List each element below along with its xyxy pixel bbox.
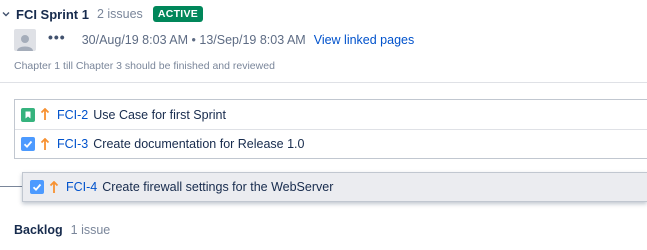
sprint-issue-count: 2 issues [96,7,143,21]
sprint-title: FCI Sprint 1 [16,6,89,22]
issue-key[interactable]: FCI-4 [66,180,97,194]
issue-key[interactable]: FCI-3 [57,137,88,151]
priority-high-arrow-icon [39,137,51,151]
status-badge: ACTIVE [152,6,204,22]
sprint-meta: ••• 30/Aug/19 8:03 AM • 13/Sep/19 8:03 A… [14,28,414,52]
backlog-header[interactable]: Backlog 1 issue [14,222,110,238]
issue-row[interactable]: FCI-2 Use Case for first Sprint [15,100,647,129]
chevron-down-icon[interactable] [0,8,12,20]
avatar[interactable] [14,29,36,51]
task-icon [30,180,44,194]
task-icon [21,137,35,151]
backlog-title: Backlog [14,223,63,237]
sprint-header: FCI Sprint 1 2 issues ACTIVE [0,4,204,24]
drop-indicator [0,186,22,187]
divider [0,82,647,83]
issue-summary: Use Case for first Sprint [93,107,226,122]
backlog-issue-count: 1 issue [70,223,111,237]
sprint-goal: Chapter 1 till Chapter 3 should be finis… [14,60,275,72]
view-linked-pages-link[interactable]: View linked pages [314,33,415,47]
sprint-dates: 30/Aug/19 8:03 AM • 13/Sep/19 8:03 AM [81,33,306,47]
priority-high-arrow-icon [39,108,51,122]
more-actions-button[interactable]: ••• [48,30,66,48]
issue-row[interactable]: FCI-3 Create documentation for Release 1… [15,129,647,158]
issue-summary: Create firewall settings for the WebServ… [102,180,334,194]
priority-high-arrow-icon [48,180,60,194]
sprint-issue-list: FCI-2 Use Case for first Sprint FCI-3 Cr… [14,99,647,159]
issue-summary: Create documentation for Release 1.0 [93,137,305,151]
dragged-issue-row[interactable]: FCI-4 Create firewall settings for the W… [22,172,647,202]
story-icon [21,107,35,122]
issue-key[interactable]: FCI-2 [57,108,88,122]
